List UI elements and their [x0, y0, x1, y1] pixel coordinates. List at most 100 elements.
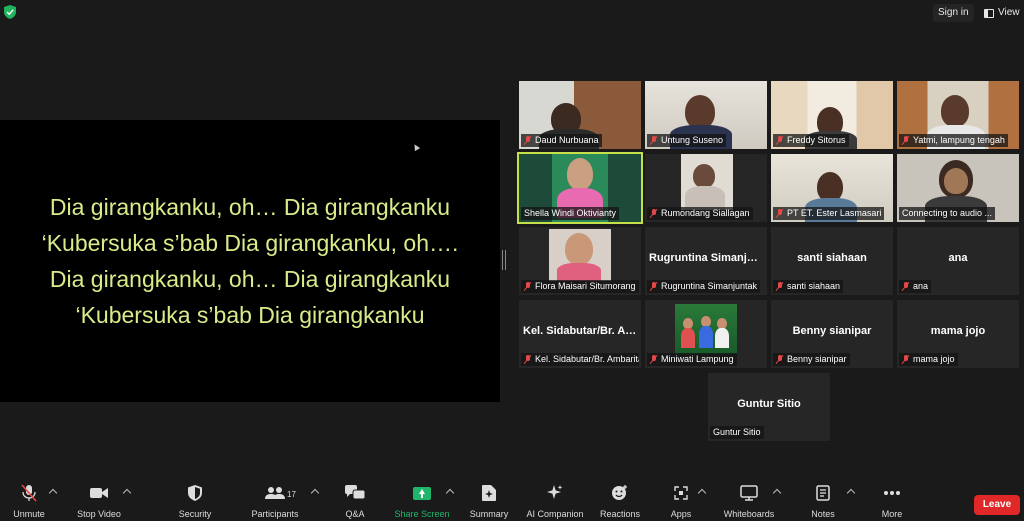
participant-tile[interactable]: Guntur Sitio Guntur Sitio — [708, 373, 830, 441]
summary-label: Summary — [469, 509, 509, 519]
mic-muted-icon — [650, 355, 658, 364]
participant-tile[interactable]: Connecting to audio ... — [897, 154, 1019, 222]
participant-name-label: Guntur Sitio — [710, 426, 764, 439]
participant-tile[interactable]: PT ET. Ester Lasmasari — [771, 154, 893, 222]
audio-options-caret[interactable] — [48, 488, 58, 498]
smiley-plus-icon — [612, 485, 627, 500]
participant-tile-active-speaker[interactable]: Shella Windi Oktivianty — [517, 152, 643, 224]
participants-button[interactable]: Participants — [250, 482, 300, 521]
mic-muted-icon — [776, 209, 784, 218]
lyric-line: ‘Kubersuka s’bab Dia girangkanku, oh…. — [41, 230, 459, 256]
share-screen-button[interactable]: Share Screen — [393, 482, 451, 521]
participant-tile[interactable]: Daud Nurbuana — [519, 81, 641, 149]
unmute-button[interactable]: Unmute — [8, 482, 50, 521]
participants-count: 17 — [287, 490, 296, 499]
unmute-label: Unmute — [13, 509, 45, 519]
participant-name-label: mama jojo — [899, 353, 958, 366]
mic-muted-icon — [650, 136, 658, 145]
notes-label: Notes — [811, 509, 835, 519]
lyric-line: Dia girangkanku, oh… Dia girangkanku — [49, 194, 451, 220]
participant-tile[interactable]: Freddy Sitorus — [771, 81, 893, 149]
stop-video-button[interactable]: Stop Video — [74, 482, 124, 521]
meeting-toolbar: Unmute Stop Video Security Participants … — [0, 482, 1024, 521]
participant-tile[interactable]: Untung Suseno — [645, 81, 767, 149]
apps-options-caret[interactable] — [697, 488, 707, 498]
whiteboard-icon — [740, 485, 758, 501]
mic-muted-icon — [524, 282, 532, 291]
view-layout-icon — [984, 8, 994, 18]
apps-label: Apps — [670, 509, 692, 519]
participant-name-label: Connecting to audio ... — [899, 207, 996, 220]
mic-muted-icon — [650, 209, 658, 218]
security-button[interactable]: Security — [174, 482, 216, 521]
mic-muted-icon — [524, 355, 532, 364]
participants-options-caret[interactable] — [310, 488, 320, 498]
view-button[interactable]: View — [982, 4, 1022, 22]
participant-tile[interactable]: Benny sianipar Benny sianipar — [771, 300, 893, 368]
video-options-caret[interactable] — [122, 488, 132, 498]
participant-tile[interactable]: Rumondang Siallagan — [645, 154, 767, 222]
qa-button[interactable]: Q&A — [338, 482, 372, 521]
mic-muted-icon — [524, 136, 532, 145]
ai-companion-label: AI Companion — [526, 509, 584, 519]
view-label: View — [998, 7, 1020, 18]
summary-button[interactable]: Summary — [468, 482, 510, 521]
mic-muted-icon — [650, 282, 658, 291]
mic-muted-icon — [776, 355, 784, 364]
ai-companion-button[interactable]: AI Companion — [524, 482, 586, 521]
summary-document-icon — [482, 485, 496, 501]
sparkle-icon — [547, 485, 563, 499]
participant-display-name: santi siahaan — [797, 252, 867, 264]
shared-screen: Dia girangkanku, oh… Dia girangkanku ‘Ku… — [0, 120, 500, 402]
participant-name-label: Miniwati Lampung — [647, 353, 737, 366]
microphone-muted-icon — [21, 484, 37, 502]
lyric-line: Dia girangkanku, oh… Dia girangkanku — [49, 266, 451, 292]
mic-muted-icon — [776, 136, 784, 145]
security-label: Security — [178, 509, 212, 519]
panel-splitter-handle[interactable] — [502, 250, 506, 270]
mic-muted-icon — [902, 136, 910, 145]
share-screen-label: Share Screen — [394, 509, 450, 519]
participant-display-name: mama jojo — [930, 325, 986, 337]
security-shield-icon[interactable] — [4, 5, 16, 19]
participant-name-label: Kel. Sidabutar/Br. Ambarita — [521, 353, 639, 366]
participant-name-label: santi siahaan — [773, 280, 844, 293]
qa-bubbles-icon — [345, 485, 365, 500]
participant-tile[interactable]: Flora Maisari Situmorang — [519, 227, 641, 295]
participant-tile[interactable]: Kel. Sidabutar/Br. Ambarita Kel. Sidabut… — [519, 300, 641, 368]
notes-options-caret[interactable] — [846, 488, 856, 498]
whiteboards-button[interactable]: Whiteboards — [720, 482, 778, 521]
participant-tile[interactable]: santi siahaan santi siahaan — [771, 227, 893, 295]
participant-tile[interactable]: ana ana — [897, 227, 1019, 295]
sign-in-button[interactable]: Sign in — [933, 4, 974, 22]
shield-icon — [188, 485, 202, 501]
participant-name-label: Rugruntina Simanjuntak — [647, 280, 761, 293]
participant-display-name: Rugruntina Simanjuntak — [649, 252, 763, 264]
leave-button[interactable]: Leave — [974, 495, 1020, 515]
mic-muted-icon — [776, 282, 784, 291]
participant-display-name: Benny sianipar — [792, 325, 872, 337]
whiteboards-label: Whiteboards — [723, 509, 775, 519]
more-label: More — [881, 509, 903, 519]
participant-name-label: PT ET. Ester Lasmasari — [773, 207, 885, 220]
participants-label: Participants — [251, 509, 299, 519]
participant-tile[interactable]: Rugruntina Simanjuntak Rugruntina Simanj… — [645, 227, 767, 295]
apps-button[interactable]: Apps — [668, 482, 694, 521]
lyric-line: ‘Kubersuka s’bab Dia girangkanku — [75, 302, 425, 328]
video-camera-icon — [90, 488, 108, 498]
participant-name-label: Untung Suseno — [647, 134, 727, 147]
participant-name-label: Shella Windi Oktivianty — [521, 207, 620, 220]
participant-name-label: Flora Maisari Situmorang — [521, 280, 639, 293]
notes-button[interactable]: Notes — [808, 482, 838, 521]
participant-name-label: ana — [899, 280, 932, 293]
more-button[interactable]: More — [876, 482, 908, 521]
participant-display-name: ana — [948, 252, 968, 264]
participant-name-label: Daud Nurbuana — [521, 134, 602, 147]
participant-display-name: Kel. Sidabutar/Br. Ambarita — [523, 325, 637, 337]
participant-name-label: Rumondang Siallagan — [647, 207, 753, 220]
participant-tile[interactable]: Yatmi, lampung tengah — [897, 81, 1019, 149]
reactions-button[interactable]: Reactions — [598, 482, 642, 521]
participant-tile[interactable]: mama jojo mama jojo — [897, 300, 1019, 368]
participant-tile[interactable]: Miniwati Lampung — [645, 300, 767, 368]
notes-icon — [816, 485, 830, 501]
